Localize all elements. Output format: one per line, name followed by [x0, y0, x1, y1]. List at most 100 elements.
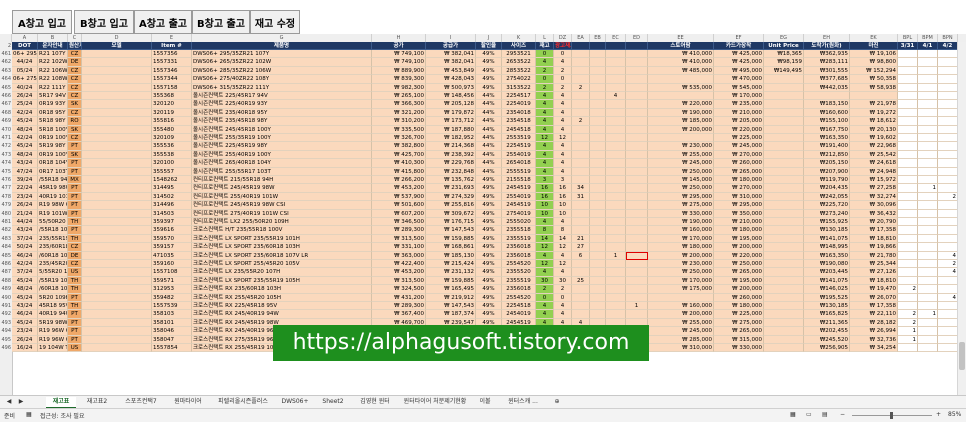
cell-model[interactable] [82, 100, 152, 109]
cell-guide[interactable]: 0R17 103T 4 [38, 167, 68, 176]
cell-store[interactable]: ₩ 245,000 [648, 327, 714, 336]
cell-c331[interactable]: 1 [898, 335, 918, 344]
cell-margin[interactable]: ₩ 36,432 [850, 209, 898, 218]
cell-dot[interactable]: 48/24 [12, 285, 38, 294]
cell-dot[interactable]: 22/24 [12, 184, 38, 193]
cell-supply[interactable]: ₩ 205,128 [426, 100, 476, 109]
column-header[interactable] [590, 42, 606, 50]
cell-c41[interactable] [918, 66, 938, 76]
scrollbar-thumb[interactable] [959, 342, 965, 370]
cell-size[interactable]: 2355519 [502, 234, 536, 244]
row-number[interactable]: 486 [0, 260, 12, 268]
cell-e4[interactable] [626, 108, 648, 118]
cell-e1[interactable]: 27 [572, 243, 590, 252]
cell-e2[interactable] [590, 251, 606, 260]
cell-model[interactable] [82, 92, 152, 101]
cell-model[interactable] [82, 327, 152, 336]
cell-unit[interactable] [764, 108, 804, 118]
cell-e3[interactable] [606, 285, 626, 294]
cell-pct[interactable]: 44% [476, 134, 502, 143]
cell-item[interactable]: 359571 [152, 276, 192, 286]
cell-store[interactable]: ₩ 410,000 [648, 58, 714, 67]
cell-dot[interactable]: 44/24 [12, 218, 38, 227]
cell-c42[interactable]: 4 [938, 251, 958, 260]
cell-name[interactable]: 올시즌컨택트 245/45R18 100Y [192, 125, 372, 134]
cell-e2[interactable] [590, 310, 606, 319]
cell-co[interactable]: TH [68, 234, 82, 244]
macro-button-4[interactable]: B창고 출고 [192, 10, 250, 34]
cell-list[interactable]: ₩ 431,200 [372, 293, 426, 302]
cell-model[interactable] [82, 108, 152, 118]
column-letter[interactable]: K [502, 34, 536, 42]
cell-stock[interactable]: 4 [536, 150, 554, 160]
cell-card[interactable]: ₩ 265,000 [714, 327, 764, 336]
cell-c42[interactable] [938, 100, 958, 109]
cell-list[interactable]: ₩ 410,300 [372, 159, 426, 168]
cell-guide[interactable]: R22 106W 80 [38, 66, 68, 76]
cell-guide[interactable]: 55/50R20 10 [38, 218, 68, 227]
accessibility-status[interactable]: 접근성: 조사 필요 [40, 411, 84, 420]
cell-e2[interactable] [590, 159, 606, 168]
cell-size[interactable]: 2454019 [502, 310, 536, 319]
cell-e1[interactable]: 2 [572, 117, 590, 126]
cell-unit[interactable] [764, 327, 804, 336]
cell-c331[interactable] [898, 142, 918, 151]
cell-list[interactable]: ₩ 422,400 [372, 260, 426, 269]
cell-item[interactable]: 320100 [152, 159, 192, 168]
cell-e3[interactable]: 1 [606, 251, 626, 260]
cell-co[interactable]: PT [68, 159, 82, 168]
column-header[interactable]: 원산지 [68, 42, 82, 50]
column-header[interactable]: 3/31 [898, 42, 918, 50]
cell-pct[interactable]: 49% [476, 310, 502, 319]
cell-e2[interactable] [590, 108, 606, 118]
cell-size[interactable]: 2355518 [502, 226, 536, 235]
cell-item[interactable]: 355557 [152, 167, 192, 176]
cell-c331[interactable] [898, 218, 918, 227]
cell-size[interactable]: 2356018 [502, 243, 536, 252]
cell-arr[interactable]: ₩130,185 [804, 226, 850, 235]
cell-ad[interactable]: 4 [554, 310, 572, 319]
cell-arr[interactable]: ₩155,925 [804, 218, 850, 227]
cell-c331[interactable] [898, 134, 918, 143]
cell-e3[interactable] [606, 209, 626, 218]
cell-supply[interactable]: ₩ 231,693 [426, 184, 476, 193]
cell-dot[interactable]: 21/24 [12, 209, 38, 218]
sheet-tab[interactable]: 윈터타이어 처분제기현황 [400, 397, 470, 407]
cell-name[interactable]: 올시즌컨택트 255/35R19 100Y [192, 134, 372, 143]
sheet-tab[interactable]: 피렐리올시즌플러스 [212, 397, 274, 407]
cell-stock[interactable]: 0 [536, 293, 554, 302]
cell-c41[interactable]: 1 [918, 310, 938, 319]
cell-guide[interactable]: 5R18 100Y 35 [38, 125, 68, 134]
cell-card[interactable]: ₩ 195,000 [714, 234, 764, 244]
cell-supply[interactable]: ₩ 382,041 [426, 58, 476, 67]
cell-co[interactable]: PT [68, 327, 82, 336]
cell-unit[interactable] [764, 75, 804, 84]
cell-card[interactable]: ₩ 250,000 [714, 260, 764, 269]
row-number[interactable]: 463 [0, 67, 12, 75]
cell-co[interactable]: RO [68, 117, 82, 126]
cell-c42[interactable] [938, 75, 958, 84]
sheet-tab[interactable]: 김영현 윈터 [354, 397, 396, 407]
cell-name[interactable]: 컨티프로컨택트 275/40R19 101W CSI [192, 209, 372, 218]
column-letter[interactable]: E [152, 34, 192, 42]
cell-ad[interactable]: 0 [554, 50, 572, 59]
cell-card[interactable]: ₩ 315,000 [714, 335, 764, 344]
cell-size[interactable]: 2654018 [502, 159, 536, 168]
cell-store[interactable]: ₩ 190,000 [648, 108, 714, 118]
cell-name[interactable]: DWS06+ 285/35ZR22 106W [192, 66, 372, 76]
column-header[interactable]: 도착가(원화) [804, 42, 850, 50]
cell-item[interactable]: 1557108 [152, 268, 192, 277]
cell-size[interactable]: 2356018 [502, 285, 536, 294]
cell-size[interactable]: 2554520 [502, 260, 536, 269]
cell-supply[interactable]: ₩ 187,374 [426, 310, 476, 319]
cell-model[interactable] [82, 226, 152, 235]
cell-c331[interactable] [898, 58, 918, 67]
cell-unit[interactable] [764, 201, 804, 210]
cell-supply[interactable]: ₩ 255,816 [426, 201, 476, 210]
cell-stock[interactable]: 4 [536, 58, 554, 67]
cell-dot[interactable]: 23/24 [12, 327, 38, 336]
cell-item[interactable]: 314503 [152, 209, 192, 218]
cell-store[interactable]: ₩ 175,000 [648, 285, 714, 294]
cell-c41[interactable] [918, 58, 938, 67]
cell-supply[interactable]: ₩ 182,952 [426, 134, 476, 143]
